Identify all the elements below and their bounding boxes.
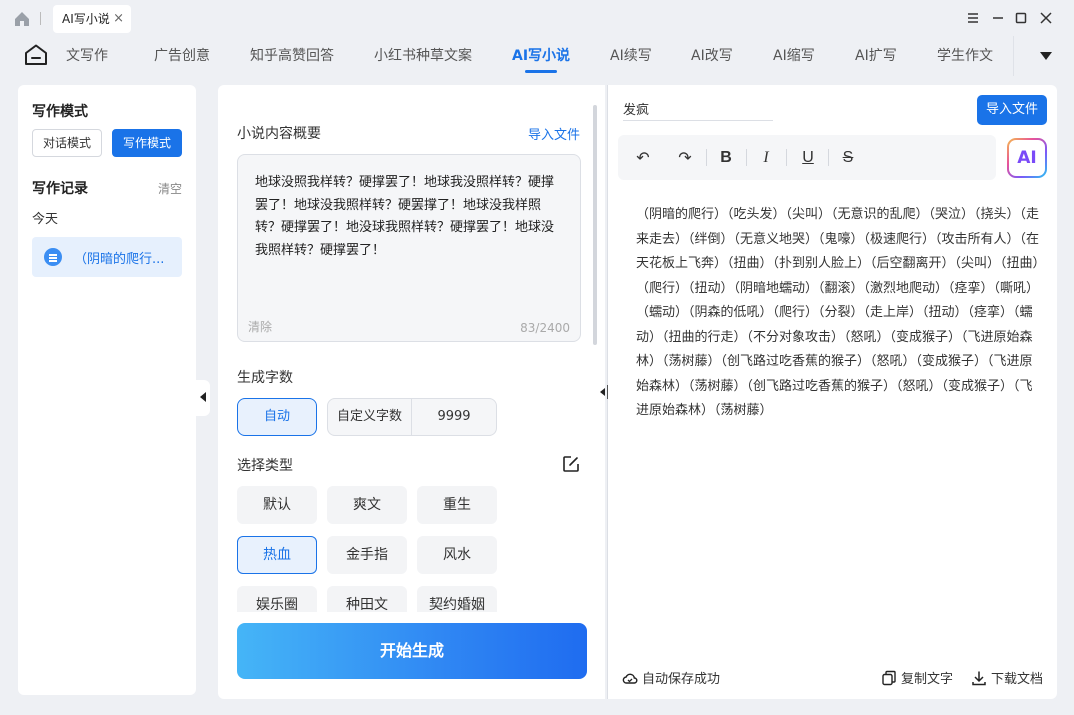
tab-close-icon[interactable]: × (113, 5, 124, 33)
autosave-text: 自动保存成功 (642, 672, 721, 687)
home-nav-icon[interactable] (23, 43, 49, 67)
type-entertainment[interactable]: 娱乐圈 (237, 586, 317, 612)
nav-item-student-essay[interactable]: 学生作文 (937, 45, 993, 65)
strikethrough-icon[interactable]: S (837, 147, 859, 169)
autosave-status: 自动保存成功 (622, 668, 720, 687)
document-icon (44, 248, 62, 266)
record-item[interactable]: （阴暗的爬行... (32, 237, 182, 277)
nav-item-ai-shorten[interactable]: AI缩写 (773, 45, 815, 65)
type-label: 选择类型 (237, 458, 293, 474)
summary-label: 小说内容概要 (237, 126, 321, 142)
writing-record-title: 写作记录 (32, 181, 88, 197)
editor-panel: 发疯 导入文件 ↶ ↷ B I U S AI （阴暗的爬行）（吃头发）（尖叫）（… (608, 85, 1057, 699)
copy-icon (882, 670, 896, 686)
dialog-mode-button[interactable]: 对话模式 (32, 129, 102, 157)
input-panel: 小说内容概要 导入文件 地球没照我样转？硬撑罢了！地球我没照样转？硬撑罢了！地球… (218, 85, 605, 699)
char-count: 83/2400 (520, 321, 570, 335)
type-shuangwen[interactable]: 爽文 (327, 486, 407, 524)
menu-icon[interactable] (963, 8, 983, 28)
nav-item-ad-creative[interactable]: 广告创意 (154, 45, 210, 65)
generated-content[interactable]: （阴暗的爬行）（吃头发）（尖叫）（无意识的乱爬）（哭泣）（挠头）（走来走去）（绊… (636, 203, 1041, 424)
type-default[interactable]: 默认 (237, 486, 317, 524)
scrollbar[interactable] (593, 105, 597, 345)
nav-item-xiaohongshu[interactable]: 小红书种草文案 (374, 45, 472, 65)
type-rebirth[interactable]: 重生 (417, 486, 497, 524)
titlebar-divider (40, 12, 41, 25)
app-tab[interactable]: AI写小说 × (53, 5, 131, 33)
copy-text-button[interactable]: 复制文字 (881, 668, 953, 687)
custom-wordcount-field[interactable]: 自定义字数 9999 (327, 398, 497, 436)
download-icon (972, 671, 986, 686)
italic-icon[interactable]: I (755, 147, 777, 169)
redo-icon[interactable]: ↷ (674, 147, 696, 169)
underline-icon[interactable]: U (797, 147, 819, 169)
clear-summary-button[interactable]: 清除 (248, 318, 272, 335)
type-passion[interactable]: 热血 (237, 536, 317, 574)
ai-badge-label: AI (1009, 140, 1045, 176)
app-tab-label: AI写小说 (62, 12, 110, 26)
cloud-icon (622, 673, 638, 684)
word-count-label: 生成字数 (237, 370, 293, 386)
bold-icon[interactable]: B (715, 147, 737, 169)
download-doc-label: 下载文档 (991, 672, 1044, 687)
title-bar: AI写小说 × (0, 0, 1074, 36)
document-title-input[interactable]: 发疯 (623, 99, 773, 121)
nav-item-zhihu-answer[interactable]: 知乎高赞回答 (250, 45, 334, 65)
editor-toolbar: ↶ ↷ B I U S (618, 135, 996, 180)
summary-text[interactable]: 地球没照我样转？硬撑罢了！地球我没照样转？硬撑罢了！地球没我照样转？硬罢撑了！地… (255, 172, 560, 262)
nav-item-ai-continue[interactable]: AI续写 (610, 45, 652, 65)
copy-text-label: 复制文字 (901, 672, 954, 687)
custom-wordcount-label: 自定义字数 (337, 409, 403, 424)
nav-more-button[interactable] (1013, 36, 1074, 76)
close-icon[interactable] (1036, 8, 1056, 28)
custom-wordcount-input[interactable]: 9999 (412, 399, 496, 435)
type-contract-marriage[interactable]: 契约婚姻 (417, 586, 497, 612)
type-grid: 默认 爽文 重生 热血 金手指 风水 娱乐圈 种田文 契约婚姻 (237, 486, 597, 612)
record-item-label: （阴暗的爬行... (74, 252, 165, 267)
left-sidebar: 写作模式 对话模式 写作模式 写作记录 清空 今天 （阴暗的爬行... (18, 85, 196, 695)
type-farming[interactable]: 种田文 (327, 586, 407, 612)
sidebar-collapse-button[interactable] (196, 380, 210, 416)
start-generate-button[interactable]: 开始生成 (237, 623, 587, 679)
maximize-icon[interactable] (1011, 8, 1031, 28)
chevron-left-icon (200, 392, 206, 402)
import-file-button[interactable]: 导入文件 (977, 95, 1047, 125)
writing-mode-title: 写作模式 (32, 104, 88, 120)
import-file-link[interactable]: 导入文件 (528, 124, 580, 143)
download-doc-button[interactable]: 下载文档 (971, 668, 1043, 687)
edit-icon[interactable] (562, 455, 580, 473)
nav-item-ai-novel[interactable]: AI写小说 (512, 45, 570, 65)
minimize-icon[interactable] (988, 8, 1008, 28)
nav-item-essay[interactable]: 文写作 (66, 45, 108, 65)
type-fengshui[interactable]: 风水 (417, 536, 497, 574)
home-icon[interactable] (12, 9, 32, 29)
summary-textarea[interactable]: 地球没照我样转？硬撑罢了！地球我没照样转？硬撑罢了！地球没我照样转？硬罢撑了！地… (237, 154, 581, 342)
clear-records-button[interactable]: 清空 (158, 180, 182, 197)
chevron-down-icon (1040, 52, 1052, 60)
today-group-label: 今天 (32, 212, 59, 227)
active-tab-indicator (525, 70, 557, 73)
type-golden-finger[interactable]: 金手指 (327, 536, 407, 574)
feature-nav: 文写作 广告创意 知乎高赞回答 小红书种草文案 AI写小说 AI续写 AI改写 … (0, 36, 1074, 76)
nav-item-ai-expand[interactable]: AI扩写 (855, 45, 897, 65)
undo-icon[interactable]: ↶ (632, 147, 654, 169)
nav-item-ai-rewrite[interactable]: AI改写 (691, 45, 733, 65)
ai-assistant-button[interactable]: AI (1007, 138, 1047, 178)
writing-mode-button[interactable]: 写作模式 (112, 129, 182, 157)
auto-wordcount-button[interactable]: 自动 (237, 398, 317, 436)
